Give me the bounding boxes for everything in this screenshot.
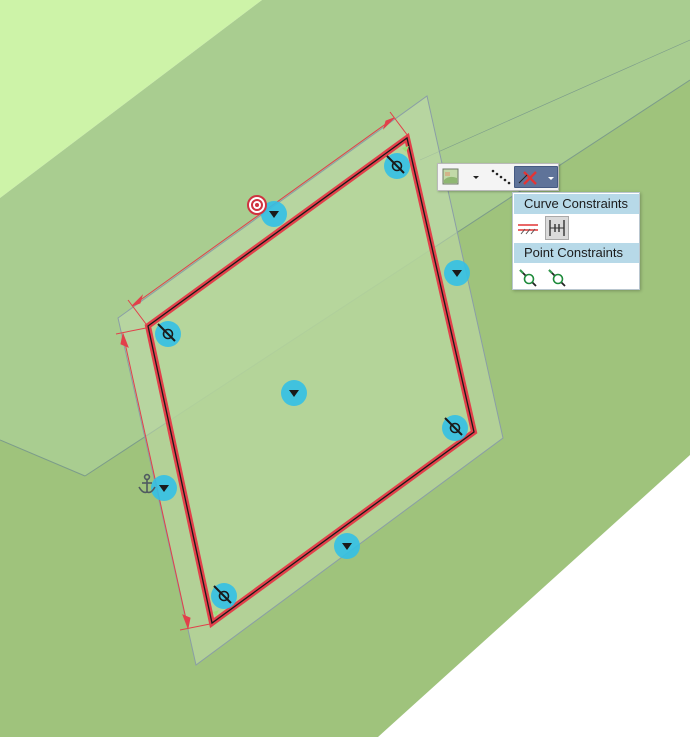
constraints-panel: Curve Constraints Point Constraints <box>512 192 640 290</box>
vertex-marker-right[interactable] <box>442 415 468 441</box>
vertex-marker-left[interactable] <box>155 321 181 347</box>
point-constraint-alt-icon[interactable] <box>545 266 569 290</box>
edge-marker-bottom[interactable] <box>334 533 360 559</box>
point-constraints-header: Point Constraints <box>514 243 639 263</box>
vertex-marker-bottom[interactable] <box>211 583 237 609</box>
fixed-length-icon[interactable] <box>545 216 569 240</box>
curve-constraints-header: Curve Constraints <box>514 194 639 214</box>
chevron-down-icon[interactable] <box>470 166 482 188</box>
center-marker[interactable] <box>281 380 307 406</box>
constraint-toolbar <box>437 163 559 191</box>
edge-marker-right[interactable] <box>444 260 470 286</box>
point-constraints-row <box>516 265 637 291</box>
dotted-line-icon[interactable] <box>488 166 512 188</box>
parallel-lines-icon[interactable] <box>516 216 540 240</box>
curve-constraints-row <box>516 215 637 241</box>
map-canvas[interactable] <box>0 0 690 737</box>
point-constraint-icon[interactable] <box>516 266 540 290</box>
drawing-square-icon[interactable] <box>442 166 460 188</box>
delete-constraints-button[interactable] <box>514 166 558 188</box>
vertex-marker-top-right[interactable] <box>384 153 410 179</box>
target-icon[interactable] <box>247 195 267 215</box>
